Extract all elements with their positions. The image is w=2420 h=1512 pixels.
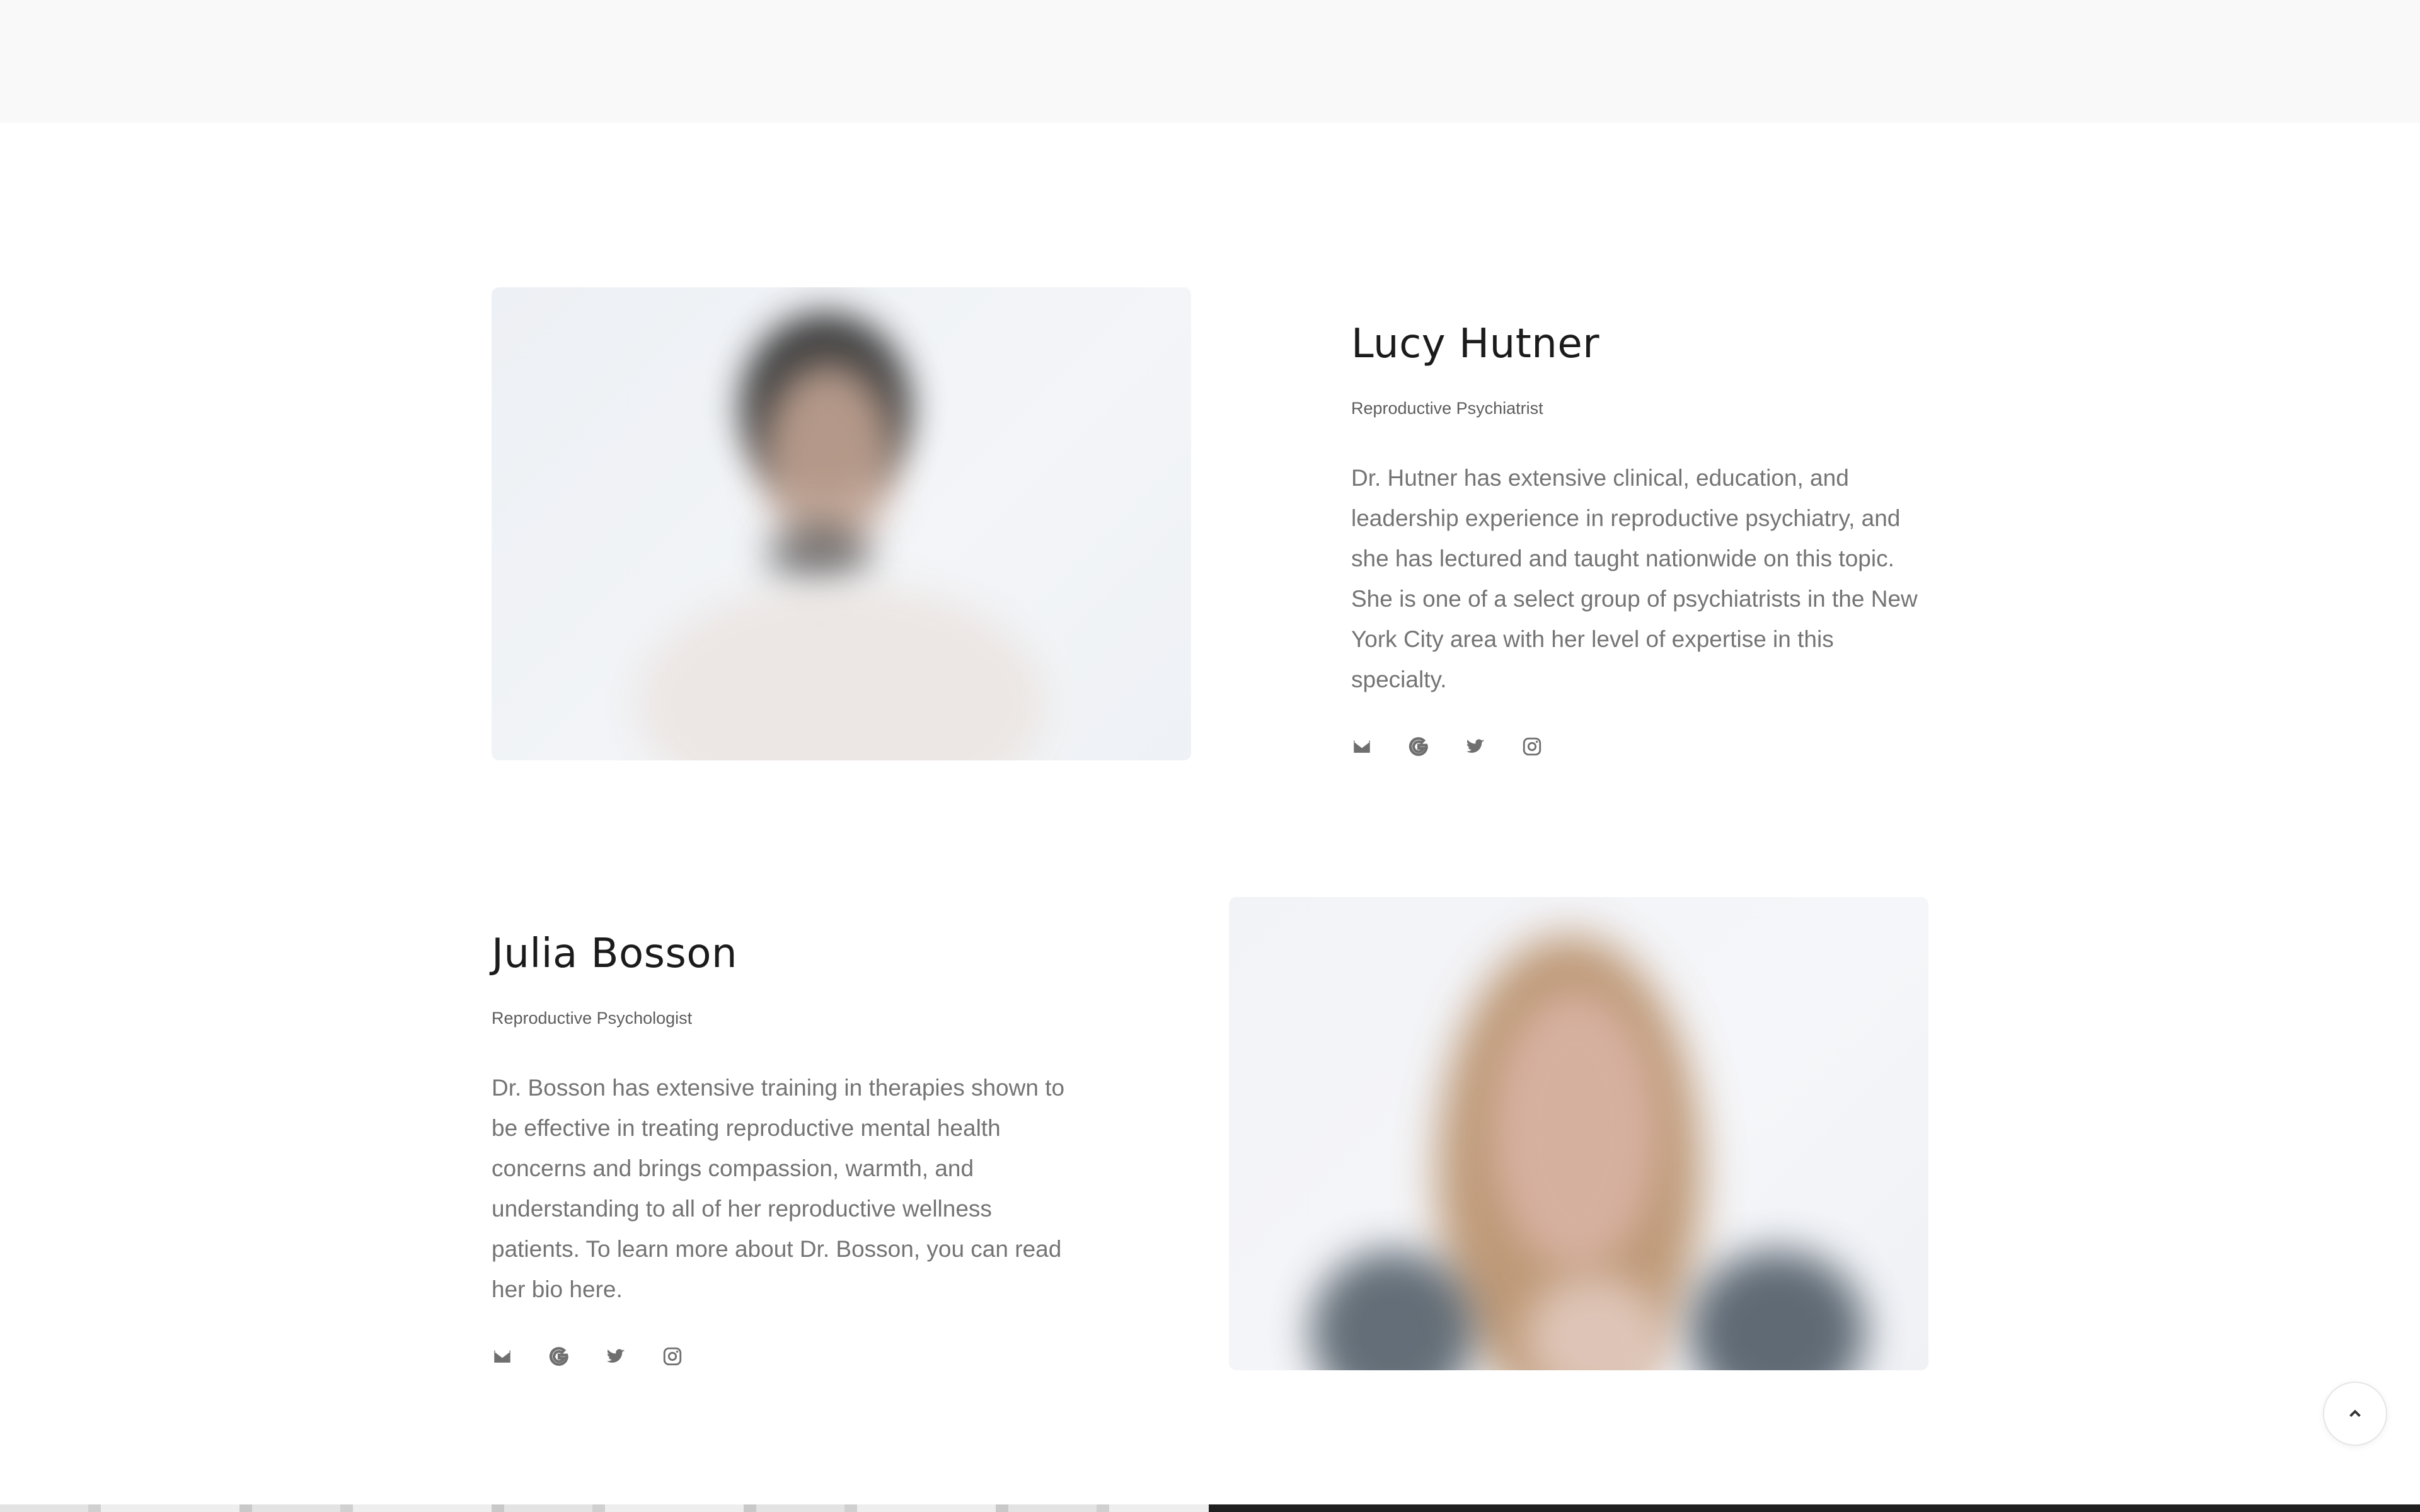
twitter-icon[interactable] [1465, 736, 1486, 757]
google-icon[interactable] [1408, 736, 1429, 757]
scroll-to-top-button[interactable] [2323, 1382, 2387, 1446]
member-bio: Dr. Hutner has extensive clinical, educa… [1351, 465, 1918, 692]
twitter-icon[interactable] [605, 1346, 626, 1367]
mail-icon[interactable] [1351, 736, 1373, 757]
member-name: Lucy Hutner [1351, 321, 1600, 367]
member-photo [492, 287, 1191, 760]
member-name: Julia Bosson [492, 931, 738, 977]
member-role: Reproductive Psychiatrist [1351, 399, 1543, 418]
member-role: Reproductive Psychologist [492, 1009, 693, 1028]
footer-image-strip [0, 1504, 1209, 1512]
instagram-icon[interactable] [1521, 736, 1543, 757]
google-icon[interactable] [548, 1346, 570, 1367]
chevron-up-icon [2349, 1409, 2361, 1418]
top-header-band [0, 0, 2420, 123]
social-links [492, 1346, 683, 1367]
member-bio: Dr. Bosson has extensive training in the… [492, 1075, 1065, 1302]
footer-dark-strip [1209, 1504, 2420, 1512]
member-photo [1229, 897, 1928, 1370]
social-links [1351, 736, 1543, 757]
mail-icon[interactable] [492, 1346, 513, 1367]
instagram-icon[interactable] [662, 1346, 683, 1367]
